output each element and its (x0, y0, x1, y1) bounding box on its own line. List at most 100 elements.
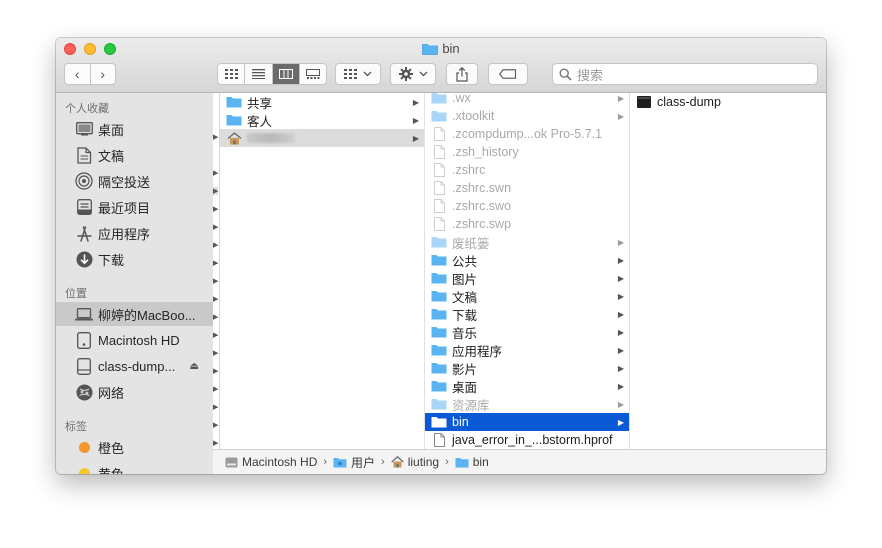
folder-icon (431, 308, 447, 321)
list-item[interactable]: 客人 ▶ (220, 111, 424, 129)
executable-icon (636, 96, 652, 109)
list-item[interactable]: .xtoolkit ▶ (425, 107, 629, 125)
list-item[interactable]: .wx ▶ (425, 93, 629, 107)
sidebar-item-downloads[interactable]: 下载 (56, 247, 213, 271)
list-item[interactable]: 下载 ▶ (425, 305, 629, 323)
file-icon (431, 127, 447, 141)
disclosure-arrow-icon: ▶ (412, 133, 419, 143)
column-collapsed[interactable]: ▶ ▶ ▶ ▶ ▶ ▶ ▶ ▶ ▶ ▶ ▶ ▶ ▶ ▶ ▶ ▶ ▶ (213, 93, 220, 449)
item-label: .zcompdump...ok Pro-5.7.1 (452, 127, 603, 141)
disclosure-arrow-icon: ▶ (213, 242, 219, 249)
sidebar-item-desktop[interactable]: 桌面 (56, 117, 213, 141)
file-icon (431, 199, 447, 213)
path-crumb-liuting[interactable]: liuting (390, 455, 439, 469)
disk-icon (74, 331, 94, 349)
chevron-down-icon (363, 71, 372, 77)
path-crumb-macintosh-hd[interactable]: Macintosh HD (225, 455, 317, 469)
list-view-button[interactable] (244, 64, 271, 84)
list-item[interactable]: .zshrc.swo (425, 197, 629, 215)
gallery-view-button[interactable] (298, 64, 326, 84)
item-label: 客人 (247, 114, 273, 129)
network-icon (74, 383, 94, 401)
sidebar-item-class-dump-volume[interactable]: class-dump... ⏏ (56, 354, 213, 378)
list-item[interactable]: class-dump (630, 93, 826, 111)
search-placeholder: 搜索 (577, 67, 604, 83)
back-button[interactable]: ‹ (65, 64, 90, 84)
list-item[interactable]: .zshrc (425, 161, 629, 179)
list-item[interactable]: .zsh_history (425, 143, 629, 161)
folder-icon (431, 110, 447, 123)
sidebar-item-label: Macintosh HD (98, 332, 180, 348)
sidebar-item-applications[interactable]: 应用程序 (56, 221, 213, 245)
disclosure-arrow-icon: ▶ (617, 255, 624, 265)
list-item[interactable]: 公共 ▶ (425, 251, 629, 269)
search-field[interactable]: 搜索 (552, 63, 818, 85)
eject-icon[interactable]: ⏏ (190, 361, 199, 372)
list-item[interactable]: 资源库 ▶ (425, 395, 629, 413)
list-item[interactable]: 文稿 ▶ (425, 287, 629, 305)
list-item-home[interactable]: ▶ (220, 129, 424, 147)
crumb-label: bin (472, 455, 489, 469)
disclosure-arrow-icon: ▶ (617, 345, 624, 355)
disclosure-arrow-icon: ▶ (617, 273, 624, 283)
tag-icon (499, 69, 517, 79)
tags-button[interactable] (488, 63, 528, 85)
home-icon (226, 131, 242, 145)
path-crumb-bin[interactable]: bin (455, 455, 489, 469)
disclosure-arrow-icon: ▶ (412, 97, 419, 107)
sidebar-item-recents[interactable]: 最近项目 (56, 195, 213, 219)
orange-tag-icon (74, 438, 94, 456)
item-label: java_error_in_...bstorm.hprof (452, 433, 613, 447)
folder-icon (431, 236, 447, 249)
sidebar-item-macintosh-hd[interactable]: Macintosh HD (56, 328, 213, 352)
list-item[interactable]: 桌面 ▶ (425, 377, 629, 395)
list-item-selected[interactable]: bin ▶ (425, 413, 629, 431)
sidebar-item-macbook[interactable]: 柳婷的MacBoo... (56, 302, 213, 326)
disclosure-arrow-icon: ▶ (213, 296, 219, 303)
list-item[interactable]: 应用程序 ▶ (425, 341, 629, 359)
action-menu-button[interactable] (390, 63, 436, 85)
disclosure-arrow-icon: ▶ (213, 332, 219, 339)
share-button[interactable] (446, 63, 478, 85)
disclosure-arrow-icon: ▶ (213, 440, 219, 447)
sidebar-item-documents[interactable]: 文稿 (56, 143, 213, 167)
list-item[interactable]: .zcompdump...ok Pro-5.7.1 (425, 125, 629, 143)
grid-icon (224, 69, 238, 79)
grid-icon (344, 69, 357, 79)
sidebar-item-tag-orange[interactable]: 橙色 (56, 435, 213, 459)
icon-view-button[interactable] (218, 64, 244, 84)
list-item[interactable]: 影片 ▶ (425, 359, 629, 377)
yellow-tag-icon (74, 464, 94, 474)
disclosure-arrow-icon: ▶ (213, 386, 219, 393)
item-label: 废纸篓 (452, 236, 490, 251)
list-item[interactable]: 共享 ▶ (220, 93, 424, 111)
disclosure-arrow-icon: ▶ (213, 187, 219, 195)
list-item[interactable]: 图片 ▶ (425, 269, 629, 287)
column-view-button[interactable] (271, 64, 299, 84)
group-by-button[interactable] (335, 63, 381, 85)
path-crumb-users[interactable]: 用户 (333, 454, 375, 471)
item-label: 桌面 (452, 380, 478, 395)
navigation-group: ‹ › (64, 63, 116, 85)
item-label: .zshrc.swn (452, 181, 512, 195)
list-item[interactable]: .zshrc.swp (425, 215, 629, 233)
item-label: 资源库 (452, 398, 490, 413)
item-label: 下载 (452, 308, 478, 323)
column-bin: class-dump (630, 93, 826, 449)
disclosure-arrow-icon: ▶ (617, 93, 624, 103)
sidebar-item-label: 桌面 (98, 122, 125, 138)
list-item[interactable]: java_error_in_...bstorm.hprof (425, 431, 629, 449)
folder-icon (431, 380, 447, 393)
forward-button[interactable]: › (89, 64, 116, 84)
item-label: 应用程序 (452, 344, 503, 359)
sidebar-item-airdrop[interactable]: 隔空投送 (56, 169, 213, 193)
desktop-icon (74, 120, 94, 138)
sidebar-item-network[interactable]: 网络 (56, 380, 213, 404)
list-item[interactable]: .zshrc.swn (425, 179, 629, 197)
chevron-down-icon (419, 71, 427, 77)
disclosure-arrow-icon: ▶ (213, 134, 219, 141)
sidebar-item-tag-yellow[interactable]: 黄色 (56, 461, 213, 474)
list-item[interactable]: 音乐 ▶ (425, 323, 629, 341)
list-item[interactable]: 废纸篓 ▶ (425, 233, 629, 251)
folder-icon (431, 254, 447, 267)
